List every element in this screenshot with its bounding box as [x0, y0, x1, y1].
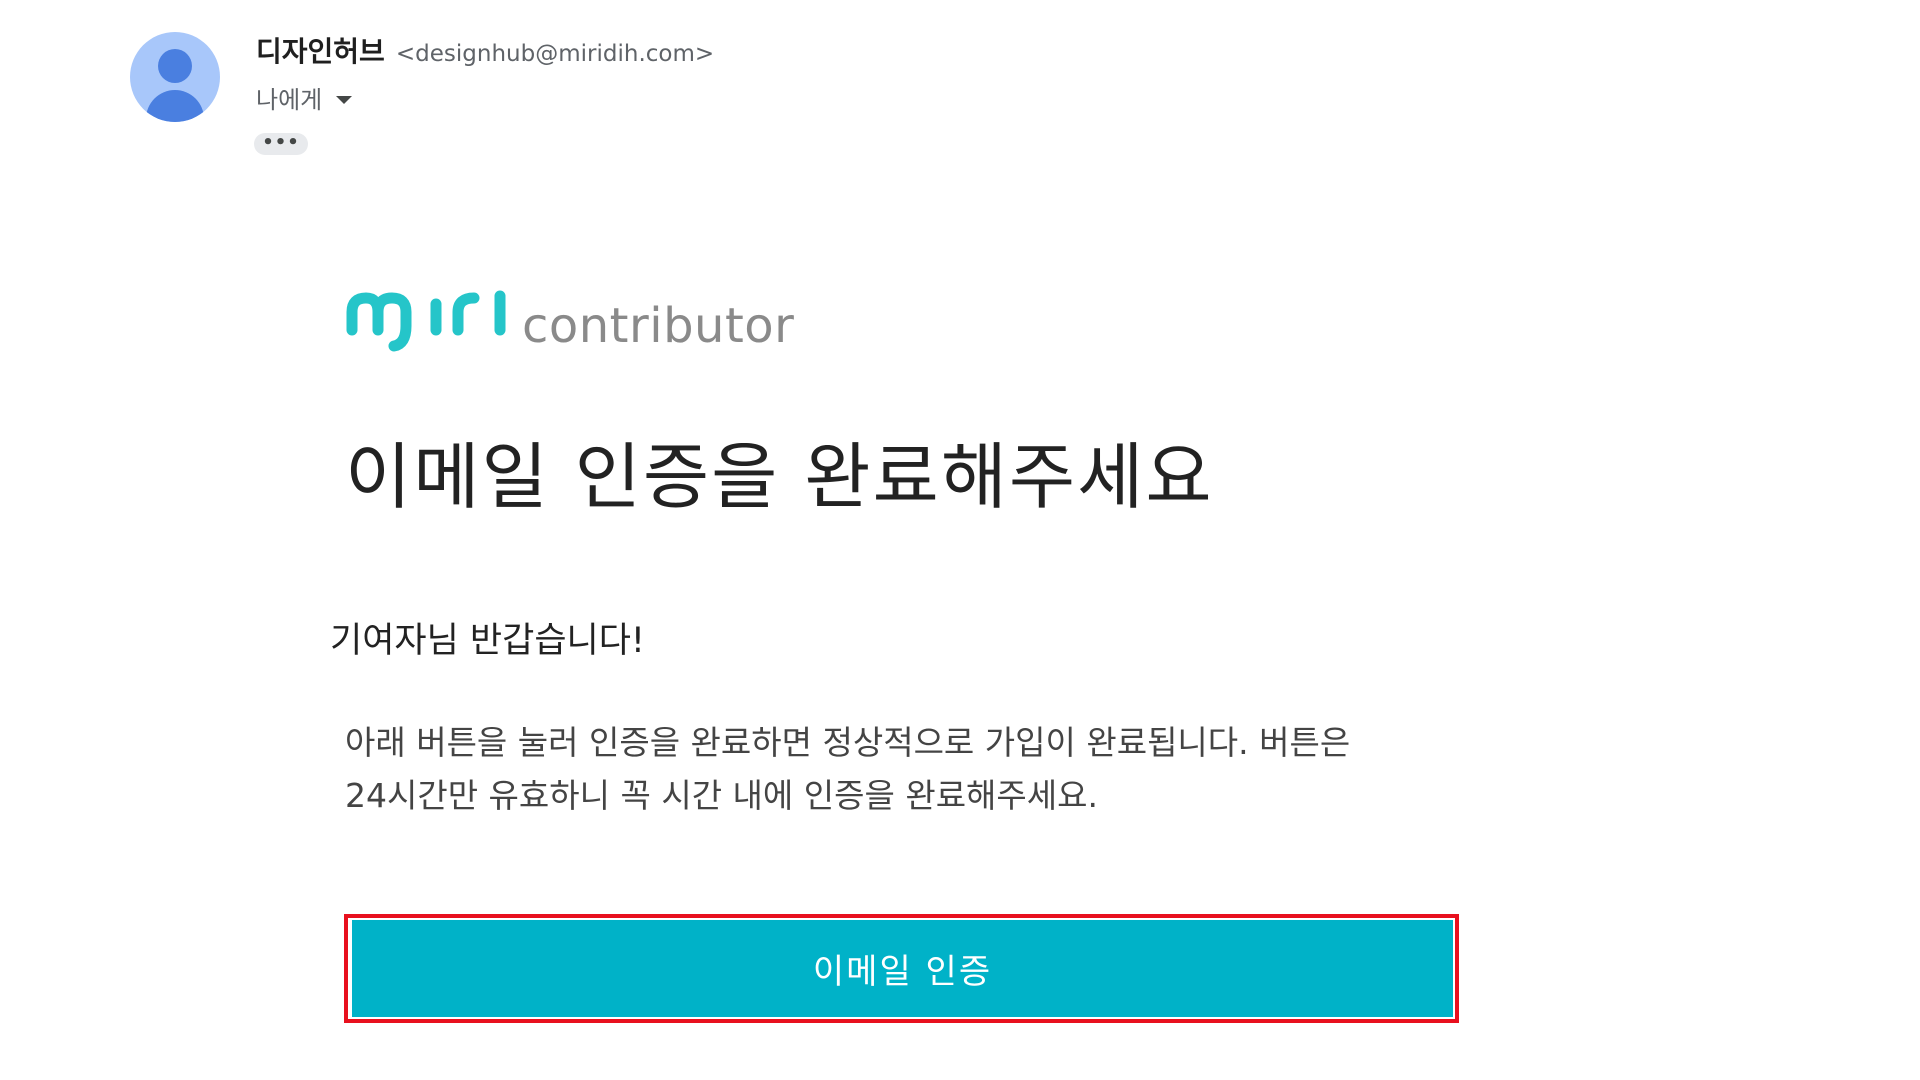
page-title: 이메일 인증을 완료해주세요 — [345, 435, 1214, 519]
email-view: 디자인허브 <designhub@miridih.com> 나에게 ••• co… — [0, 0, 1920, 1080]
miri-contributor-logo: contributor — [344, 282, 794, 352]
caret-down-icon[interactable] — [336, 95, 353, 104]
miri-wordmark-logo — [346, 290, 506, 352]
sender-name[interactable]: 디자인허브 — [256, 35, 385, 68]
recipient-label: 나에게 — [256, 86, 323, 114]
avatar-head-shape — [158, 49, 192, 83]
sender-line: 디자인허브 <designhub@miridih.com> — [256, 30, 714, 70]
greeting-text: 기여자님 반갑습니다! — [330, 621, 645, 661]
email-verify-button[interactable]: 이메일 인증 — [352, 920, 1453, 1017]
sender-email: <designhub@miridih.com> — [395, 41, 715, 67]
show-trimmed-content-button[interactable]: ••• — [254, 133, 308, 155]
sender-avatar-icon[interactable] — [130, 32, 220, 122]
body-line-2: 24시간만 유효하니 꼭 시간 내에 인증을 완료해주세요. — [345, 776, 1098, 815]
avatar-body-shape — [146, 90, 204, 122]
recipient-details-toggle[interactable]: 나에게 — [256, 80, 353, 115]
logo-subtext: contributor — [522, 298, 795, 354]
body-line-1: 아래 버튼을 눌러 인증을 완료하면 정상적으로 가입이 완료됩니다. 버튼은 — [345, 723, 1351, 762]
body-paragraph: 아래 버튼을 눌러 인증을 완료하면 정상적으로 가입이 완료됩니다. 버튼은 … — [345, 716, 1465, 822]
